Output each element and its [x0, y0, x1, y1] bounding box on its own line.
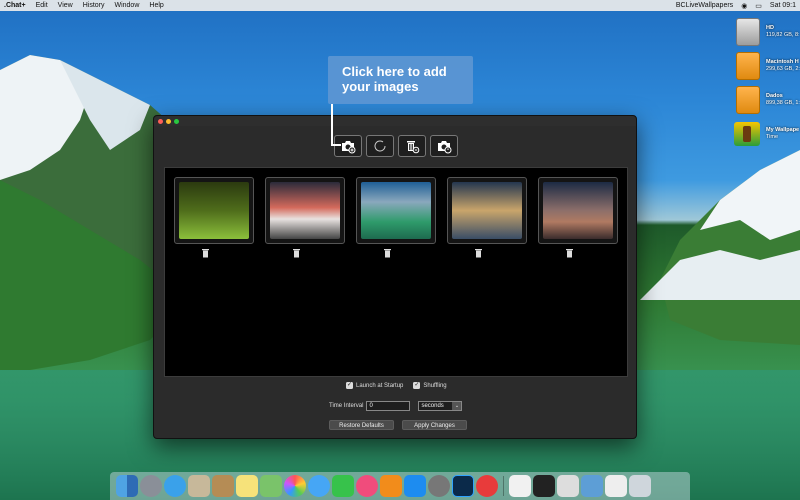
trash-icon[interactable] — [201, 248, 210, 258]
photo-settings-icon — [438, 141, 452, 154]
desktop-icon-sub: 899,38 GB, 1: — [766, 100, 800, 106]
time-interval-row: Time Interval 0 seconds ⌄ — [329, 401, 463, 411]
add-images-button[interactable] — [334, 135, 362, 157]
apply-changes-button[interactable]: Apply Changes — [402, 420, 467, 430]
wallpaper-thumbnail[interactable] — [265, 177, 345, 244]
trash-icon[interactable] — [383, 248, 392, 258]
delete-all-button[interactable] — [398, 135, 426, 157]
wallpaper-thumbnail[interactable] — [447, 177, 527, 244]
app-window: ✓ Launch at Startup ✓ Shuffling Time Int… — [153, 115, 637, 439]
close-icon[interactable] — [158, 118, 163, 124]
callout-pointer — [331, 104, 333, 146]
menu-bar: .Chat+ Edit View History Window Help BCL… — [0, 0, 800, 11]
contacts-icon[interactable] — [212, 475, 234, 497]
chat-icon[interactable] — [476, 475, 498, 497]
menu-history[interactable]: History — [83, 2, 105, 9]
facetime-icon[interactable] — [332, 475, 354, 497]
menu-window[interactable]: Window — [114, 2, 139, 9]
delete-all-icon — [407, 141, 420, 154]
maps-icon[interactable] — [260, 475, 282, 497]
image-gallery — [164, 167, 628, 377]
time-unit-select[interactable]: seconds ⌄ — [418, 401, 463, 411]
add-images-callout: Click here to add your images — [328, 56, 473, 104]
launch-at-startup-row: ✓ Launch at Startup ✓ Shuffling — [346, 382, 447, 389]
desktop-icon-dados[interactable]: Dados 899,38 GB, 1: — [736, 86, 800, 114]
shuffling-checkbox[interactable]: ✓ — [413, 382, 421, 389]
mirror-icon[interactable] — [605, 475, 627, 497]
minimize-icon[interactable] — [166, 118, 171, 124]
trash-icon[interactable] — [292, 248, 301, 258]
desktop-icon-my-wallpaper[interactable]: My Wallpape Time — [734, 122, 799, 146]
ibooks-icon[interactable] — [380, 475, 402, 497]
menubar-app-status[interactable]: BCLiveWallpapers — [676, 2, 733, 9]
menu-view[interactable]: View — [58, 2, 73, 9]
add-photo-icon — [342, 141, 356, 154]
desktop-icon-macintosh-hd[interactable]: Macintosh H 299,63 GB, 2: — [736, 52, 800, 80]
dock — [110, 472, 690, 500]
wallpaper-thumbnail[interactable] — [538, 177, 618, 244]
system-preferences-icon[interactable] — [428, 475, 450, 497]
desktop-icon-hd[interactable]: HD 119,82 GB, 8: — [736, 18, 800, 46]
hard-drive-icon — [736, 52, 760, 80]
trash-icon[interactable] — [565, 248, 574, 258]
app-store-icon[interactable] — [404, 475, 426, 497]
launchpad-icon[interactable] — [140, 475, 162, 497]
action-buttons-row: Restore Defaults Apply Changes — [329, 420, 467, 430]
screenshot-icon[interactable] — [581, 475, 603, 497]
restore-defaults-button[interactable]: Restore Defaults — [329, 420, 394, 430]
document-icon[interactable] — [509, 475, 531, 497]
desktop-icon-label: Dados — [766, 93, 783, 100]
menu-edit[interactable]: Edit — [36, 2, 48, 9]
desktop-icon-label: My Wallpape — [766, 127, 800, 134]
callout-pointer-tip — [331, 144, 341, 146]
safari-icon[interactable] — [164, 475, 186, 497]
zoom-icon[interactable] — [174, 118, 179, 124]
trash-icon[interactable] — [474, 248, 483, 258]
time-interval-input[interactable]: 0 — [366, 401, 411, 411]
desktop-icon-label: HD — [766, 25, 774, 32]
toolbar — [334, 135, 458, 157]
trash-bin-icon[interactable] — [629, 475, 651, 497]
time-interval-label: Time Interval — [329, 403, 364, 409]
dock-separator — [503, 476, 504, 496]
wifi-icon[interactable]: ◉ — [741, 2, 747, 10]
shuffling-label: Shuffling — [423, 382, 447, 389]
itunes-icon[interactable] — [356, 475, 378, 497]
window-titlebar[interactable] — [154, 116, 636, 126]
hard-drive-icon — [736, 18, 760, 46]
messages-icon[interactable] — [308, 475, 330, 497]
menu-app-name[interactable]: .Chat+ — [4, 2, 26, 9]
wallpaper-thumbnail[interactable] — [356, 177, 436, 244]
wallpaper-thumbnail[interactable] — [174, 177, 254, 244]
photo-settings-button[interactable] — [430, 135, 458, 157]
menu-help[interactable]: Help — [149, 2, 163, 9]
notes-icon[interactable] — [236, 475, 258, 497]
photoshop-icon[interactable] — [452, 475, 474, 497]
calendar-icon[interactable] — [557, 475, 579, 497]
chevron-down-icon: ⌄ — [452, 402, 462, 410]
desktop-icon-sub: 119,82 GB, 8: — [766, 32, 800, 38]
screen-icon[interactable] — [533, 475, 555, 497]
desktop-icon-label: Macintosh H — [766, 59, 799, 66]
menubar-clock[interactable]: Sat 09:1 — [770, 2, 796, 9]
app-icon — [734, 122, 760, 146]
refresh-button[interactable] — [366, 135, 394, 157]
battery-icon[interactable]: ▭ — [755, 2, 762, 10]
finder-icon[interactable] — [116, 475, 138, 497]
refresh-icon — [374, 140, 386, 152]
desktop-icon-sub: Time — [766, 134, 779, 140]
launch-at-startup-label: Launch at Startup — [356, 382, 404, 389]
hard-drive-icon — [736, 86, 760, 114]
time-unit-value: seconds — [421, 403, 444, 409]
desktop-icon-sub: 299,63 GB, 2: — [766, 66, 800, 72]
photos-icon[interactable] — [284, 475, 306, 497]
launch-at-startup-checkbox[interactable]: ✓ — [346, 382, 353, 389]
mail-stamp-icon[interactable] — [188, 475, 210, 497]
